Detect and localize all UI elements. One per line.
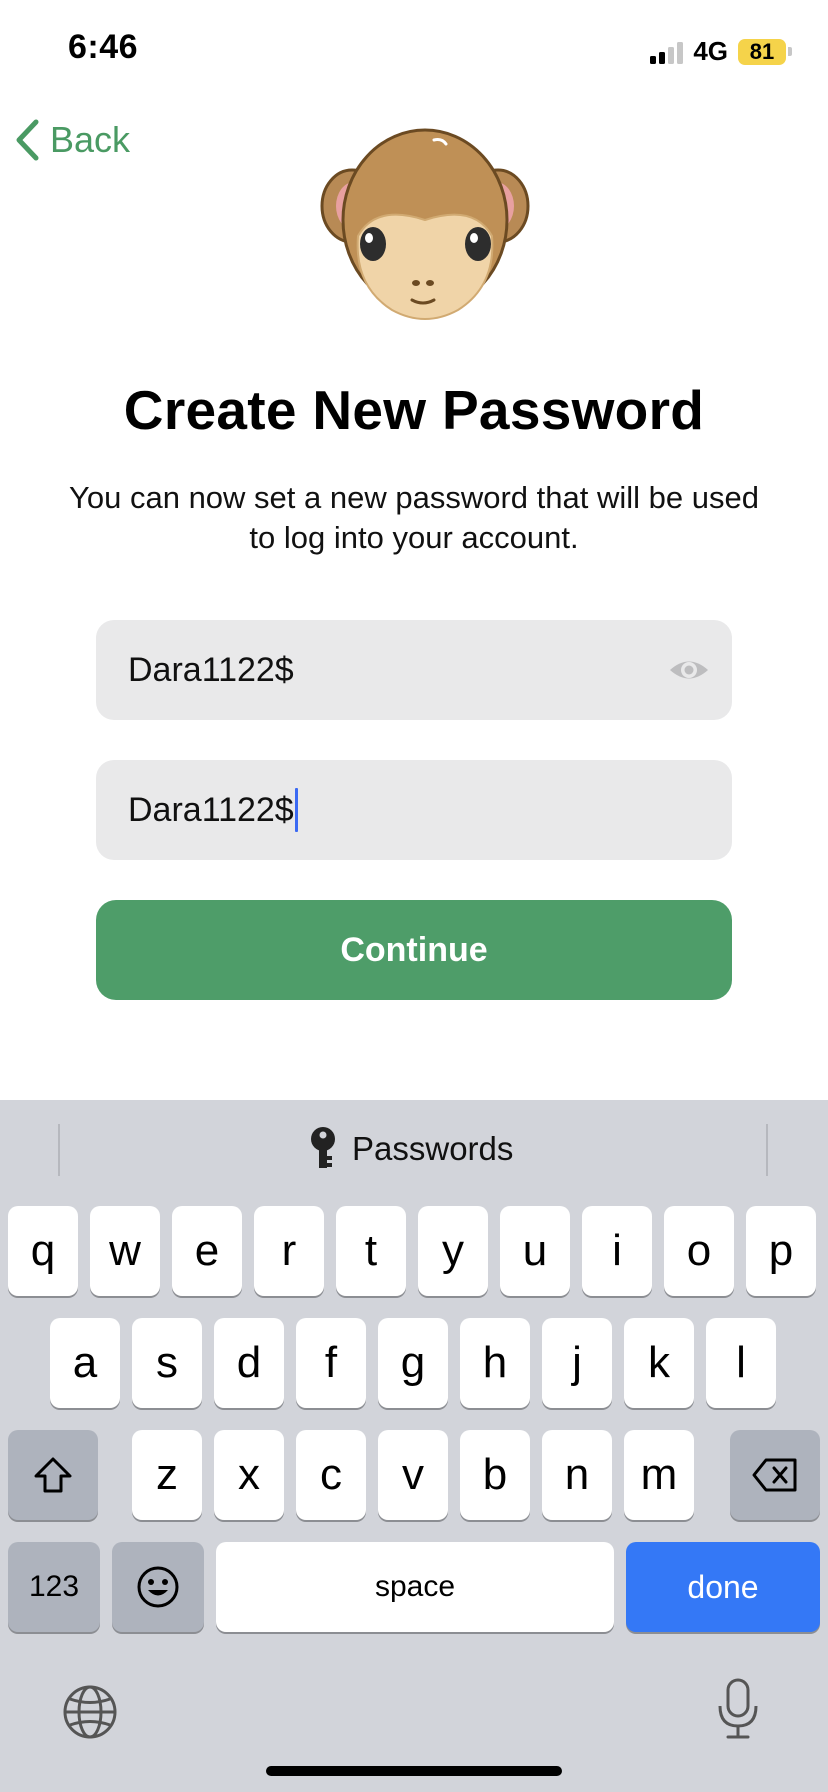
battery-icon: 81 bbox=[738, 38, 792, 65]
key-r[interactable]: r bbox=[254, 1206, 324, 1296]
key-v[interactable]: v bbox=[378, 1430, 448, 1520]
key-y[interactable]: y bbox=[418, 1206, 488, 1296]
signal-icon bbox=[650, 40, 684, 64]
chevron-left-icon bbox=[16, 119, 39, 161]
status-indicators: 4G 81 bbox=[650, 36, 792, 67]
key-a[interactable]: a bbox=[50, 1318, 120, 1408]
key-o[interactable]: o bbox=[664, 1206, 734, 1296]
key-h[interactable]: h bbox=[460, 1318, 530, 1408]
text-caret bbox=[294, 788, 298, 832]
space-key[interactable]: space bbox=[216, 1542, 614, 1632]
new-password-value: Dara1122$ bbox=[128, 650, 294, 689]
key-e[interactable]: e bbox=[172, 1206, 242, 1296]
page-title: Create New Password bbox=[123, 379, 705, 441]
key-s[interactable]: s bbox=[132, 1318, 202, 1408]
key-f[interactable]: f bbox=[296, 1318, 366, 1408]
key-t[interactable]: t bbox=[336, 1206, 406, 1296]
delete-key[interactable] bbox=[730, 1430, 820, 1520]
shift-icon bbox=[34, 1457, 72, 1493]
new-password-field[interactable]: Dara1122$ bbox=[96, 620, 732, 720]
page-subtitle: You can now set a new password that will… bbox=[69, 480, 759, 555]
passwords-suggestion[interactable]: Passwords bbox=[308, 1126, 513, 1172]
key-d[interactable]: d bbox=[214, 1318, 284, 1408]
key-x[interactable]: x bbox=[214, 1430, 284, 1520]
key-u[interactable]: u bbox=[500, 1206, 570, 1296]
emoji-key[interactable] bbox=[112, 1542, 204, 1632]
keyboard-suggestion-bar: Passwords bbox=[0, 1100, 828, 1200]
back-button[interactable]: Back bbox=[14, 118, 130, 162]
confirm-password-value: Dara1122$ bbox=[128, 790, 294, 829]
key-z[interactable]: z bbox=[132, 1430, 202, 1520]
keyboard: Passwords q w e r t y u i o p a s d f g h j k l z x c v b n m 123 s… bbox=[0, 1100, 828, 1792]
key-icon bbox=[311, 1127, 335, 1168]
passwords-label: Passwords bbox=[352, 1130, 514, 1167]
eye-icon[interactable] bbox=[668, 650, 710, 690]
battery-level: 81 bbox=[738, 38, 786, 65]
microphone-icon bbox=[718, 1678, 758, 1739]
key-i[interactable]: i bbox=[582, 1206, 652, 1296]
key-n[interactable]: n bbox=[542, 1430, 612, 1520]
key-g[interactable]: g bbox=[378, 1318, 448, 1408]
key-p[interactable]: p bbox=[746, 1206, 816, 1296]
key-b[interactable]: b bbox=[460, 1430, 530, 1520]
key-w[interactable]: w bbox=[90, 1206, 160, 1296]
monkey-icon bbox=[320, 128, 530, 320]
numbers-key[interactable]: 123 bbox=[8, 1542, 100, 1632]
key-q[interactable]: q bbox=[8, 1206, 78, 1296]
emoji-icon bbox=[137, 1566, 179, 1608]
status-time: 6:46 bbox=[68, 28, 139, 66]
key-k[interactable]: k bbox=[624, 1318, 694, 1408]
key-m[interactable]: m bbox=[624, 1430, 694, 1520]
back-label: Back bbox=[50, 119, 131, 160]
globe-button[interactable] bbox=[62, 1684, 118, 1745]
globe-icon bbox=[63, 1685, 117, 1739]
confirm-password-field[interactable]: Dara1122$ bbox=[96, 760, 732, 860]
done-key[interactable]: done bbox=[626, 1542, 820, 1632]
network-type: 4G bbox=[693, 36, 728, 66]
key-j[interactable]: j bbox=[542, 1318, 612, 1408]
home-indicator bbox=[266, 1766, 562, 1776]
backspace-icon bbox=[752, 1458, 797, 1492]
status-bar: 6:46 4G 81 bbox=[0, 0, 828, 100]
continue-button[interactable]: Continue bbox=[96, 900, 732, 1000]
key-c[interactable]: c bbox=[296, 1430, 366, 1520]
microphone-button[interactable] bbox=[716, 1678, 760, 1745]
shift-key[interactable] bbox=[8, 1430, 98, 1520]
key-l[interactable]: l bbox=[706, 1318, 776, 1408]
